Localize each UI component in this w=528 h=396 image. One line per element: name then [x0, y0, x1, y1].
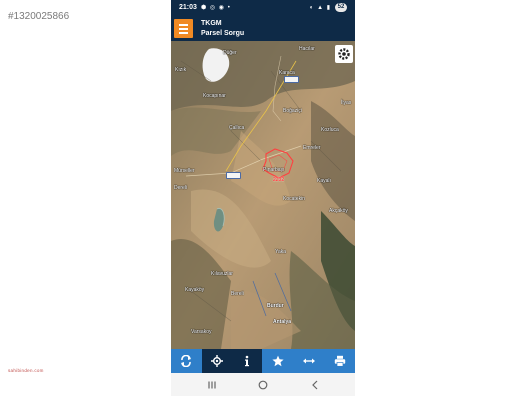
system-icons: ◐ ▲ ▮	[309, 5, 331, 11]
battery-icon: 52	[335, 3, 347, 12]
phone-screenshot: 21:03 ⬢ ◎ ◉ • ◐ ▲ ▮ 52 TKGM Parsel Sorgu	[171, 0, 355, 396]
map-toolbar	[171, 349, 355, 373]
place-label: Mürseller	[174, 168, 195, 174]
place-label: Burdur	[267, 303, 284, 309]
road-shield	[284, 76, 299, 83]
place-label: Kızık	[175, 67, 187, 73]
place-label: Boğaziçi	[283, 108, 302, 114]
star-icon	[272, 355, 284, 367]
place-label: İlyas	[341, 100, 352, 106]
app-title: TKGM	[201, 20, 222, 27]
place-label: Dereli	[174, 185, 188, 191]
place-label: Yaka	[275, 249, 287, 255]
settings-button[interactable]	[335, 45, 353, 63]
hamburger-icon	[179, 24, 188, 26]
horizontal-arrows-icon	[303, 358, 315, 364]
place-label: Antalya	[273, 319, 292, 325]
hamburger-icon-line	[179, 32, 188, 34]
app-header: TKGM Parsel Sorgu	[171, 16, 355, 41]
place-label: Bereli	[231, 291, 244, 297]
place-label: Kocapınar	[203, 93, 226, 99]
notification-icons: ⬢ ◎ ◉ •	[201, 5, 231, 11]
recent-apps-button[interactable]	[205, 378, 219, 392]
favorite-button[interactable]	[263, 349, 293, 373]
crosshair-icon	[211, 355, 223, 367]
home-button[interactable]	[256, 378, 270, 392]
watermark-logo: sahibinden.com	[8, 368, 44, 373]
place-label: Kayaköy	[185, 287, 205, 293]
place-label: Kılavuzlar	[211, 271, 233, 277]
place-label: Emreler	[303, 145, 321, 151]
satellite-terrain	[171, 41, 355, 349]
back-chevron-icon	[312, 380, 318, 390]
refresh-button[interactable]	[171, 349, 201, 373]
recent-apps-icon	[208, 381, 216, 389]
place-label: Kozluca	[321, 127, 339, 133]
status-time: 21:03	[179, 4, 197, 11]
road-shield	[226, 172, 241, 179]
place-label: Akçaköy	[329, 208, 348, 214]
print-button[interactable]	[325, 349, 355, 373]
menu-button[interactable]	[174, 19, 193, 38]
place-label: Hacılar	[299, 46, 315, 52]
info-button[interactable]	[232, 349, 262, 373]
place-label: Kayalı	[317, 178, 331, 184]
place-label: Çallıca	[229, 125, 245, 131]
place-label: Düğer	[223, 50, 237, 56]
gear-icon	[338, 48, 350, 60]
place-label: Kocatekin	[283, 196, 305, 202]
refresh-icon	[181, 355, 191, 367]
hamburger-icon-line	[179, 28, 188, 30]
place-label: Pınarbaşı	[263, 167, 285, 173]
place-label: Varsakoy	[191, 329, 212, 335]
measure-button[interactable]	[294, 349, 324, 373]
satellite-map[interactable]: Kızık Düğer Hacılar Karaca Kocapınar Boğ…	[171, 41, 355, 349]
android-nav-bar	[171, 373, 355, 396]
status-bar: 21:03 ⬢ ◎ ◉ • ◐ ▲ ▮ 52	[171, 0, 355, 16]
app-subtitle: Parsel Sorgu	[201, 30, 245, 37]
locate-button[interactable]	[202, 349, 232, 373]
home-circle-icon	[258, 380, 268, 390]
parcel-number: 2232	[273, 177, 285, 183]
printer-icon	[334, 355, 346, 367]
info-icon	[245, 355, 249, 367]
back-button[interactable]	[308, 378, 322, 392]
listing-id: #1320025866	[8, 11, 70, 22]
